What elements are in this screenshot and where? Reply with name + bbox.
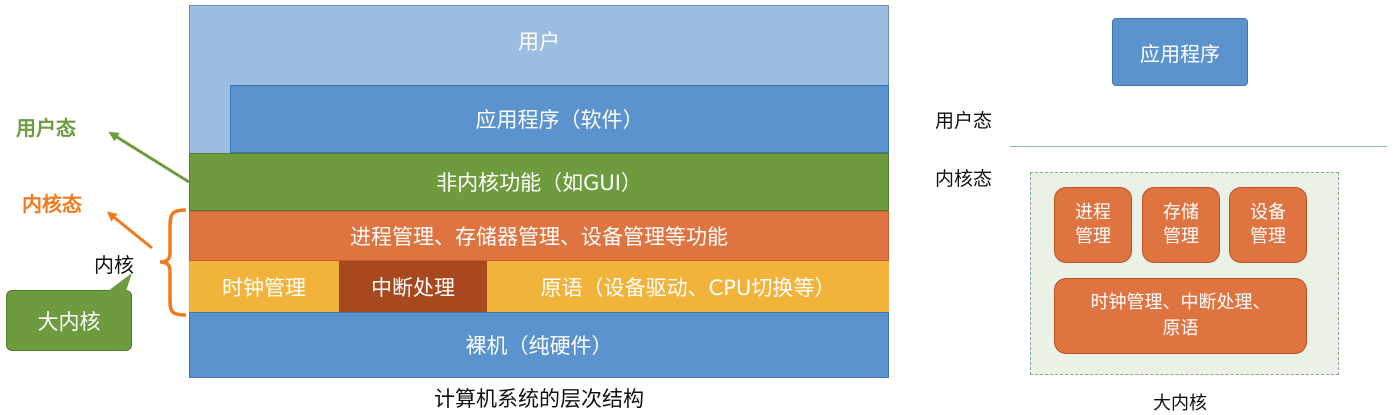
clock-management-label: 时钟管理	[222, 275, 306, 300]
right-caption: 大内核	[1153, 393, 1207, 414]
process-management-label: 进程 管理	[1075, 202, 1111, 247]
callout-tail	[108, 273, 132, 291]
bare-machine-layer: 裸机（纯硬件）	[189, 312, 889, 378]
app-box: 应用程序	[1112, 18, 1248, 86]
user-layer: 用户	[189, 5, 889, 85]
kernel-mode-arrow	[106, 211, 153, 250]
kernel-brace	[159, 208, 187, 317]
core-functions-label: 时钟管理、中断处理、 原语	[1090, 292, 1271, 339]
management-layer: 进程管理、存储器管理、设备管理等功能	[189, 211, 889, 261]
right-kernel-mode-label: 内核态	[935, 168, 993, 190]
applications-layer: 应用程序（软件）	[230, 85, 889, 153]
primitives-cell: 原语（设备驱动、CPU切换等）	[487, 261, 889, 312]
device-management-module: 设备 管理	[1229, 187, 1307, 263]
user-layer-label: 用户	[518, 30, 560, 54]
big-kernel-callout-label: 大内核	[37, 309, 101, 334]
interrupt-handling-cell: 中断处理	[339, 261, 487, 312]
mode-divider	[1010, 146, 1387, 147]
right-user-mode-label: 用户态	[935, 110, 993, 132]
non-kernel-layer-label: 非内核功能（如GUI）	[436, 171, 642, 195]
clock-management-cell: 时钟管理	[189, 261, 339, 312]
left-caption: 计算机系统的层次结构	[434, 387, 644, 411]
management-layer-label: 进程管理、存储器管理、设备管理等功能	[350, 225, 728, 249]
app-box-label: 应用程序	[1140, 41, 1220, 66]
device-management-label: 设备 管理	[1250, 202, 1286, 247]
applications-layer-label: 应用程序（软件）	[475, 108, 644, 132]
non-kernel-layer: 非内核功能（如GUI）	[189, 153, 889, 211]
storage-management-label: 存储 管理	[1163, 202, 1199, 247]
process-management-module: 进程 管理	[1054, 187, 1132, 263]
primitives-label: 原语（设备驱动、CPU切换等）	[540, 275, 836, 300]
interrupt-handling-label: 中断处理	[371, 275, 455, 300]
core-functions-module: 时钟管理、中断处理、 原语	[1054, 278, 1307, 354]
storage-management-module: 存储 管理	[1142, 187, 1220, 263]
bare-machine-label: 裸机（纯硬件）	[465, 334, 613, 358]
user-mode-arrow	[108, 131, 190, 184]
